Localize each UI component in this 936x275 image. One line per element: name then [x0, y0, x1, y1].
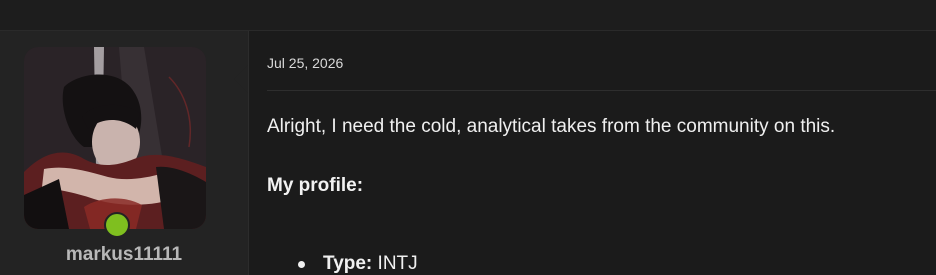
list-item-key: Type:: [323, 253, 378, 274]
list-bullet: [298, 261, 305, 268]
avatar[interactable]: [24, 47, 206, 229]
username-link[interactable]: markus11111: [0, 244, 248, 266]
post: markus11111 Jul 25, 2026 Alright, I need…: [0, 31, 936, 275]
post-body-line: Alright, I need the cold, analytical tak…: [267, 116, 836, 137]
profile-heading: My profile:: [267, 175, 364, 196]
avatar-illustration: [24, 47, 206, 229]
online-status-dot: [104, 212, 130, 238]
post-date[interactable]: Jul 25, 2026: [267, 55, 343, 71]
post-pointer-arrow: [234, 65, 248, 93]
top-strip: [0, 0, 936, 31]
list-item-value: INTJ: [377, 253, 418, 274]
list-item: Type: INTJ: [323, 253, 418, 275]
post-header-divider: [267, 90, 936, 91]
user-panel: markus11111: [0, 31, 249, 275]
post-content: Jul 25, 2026 Alright, I need the cold, a…: [249, 31, 936, 275]
